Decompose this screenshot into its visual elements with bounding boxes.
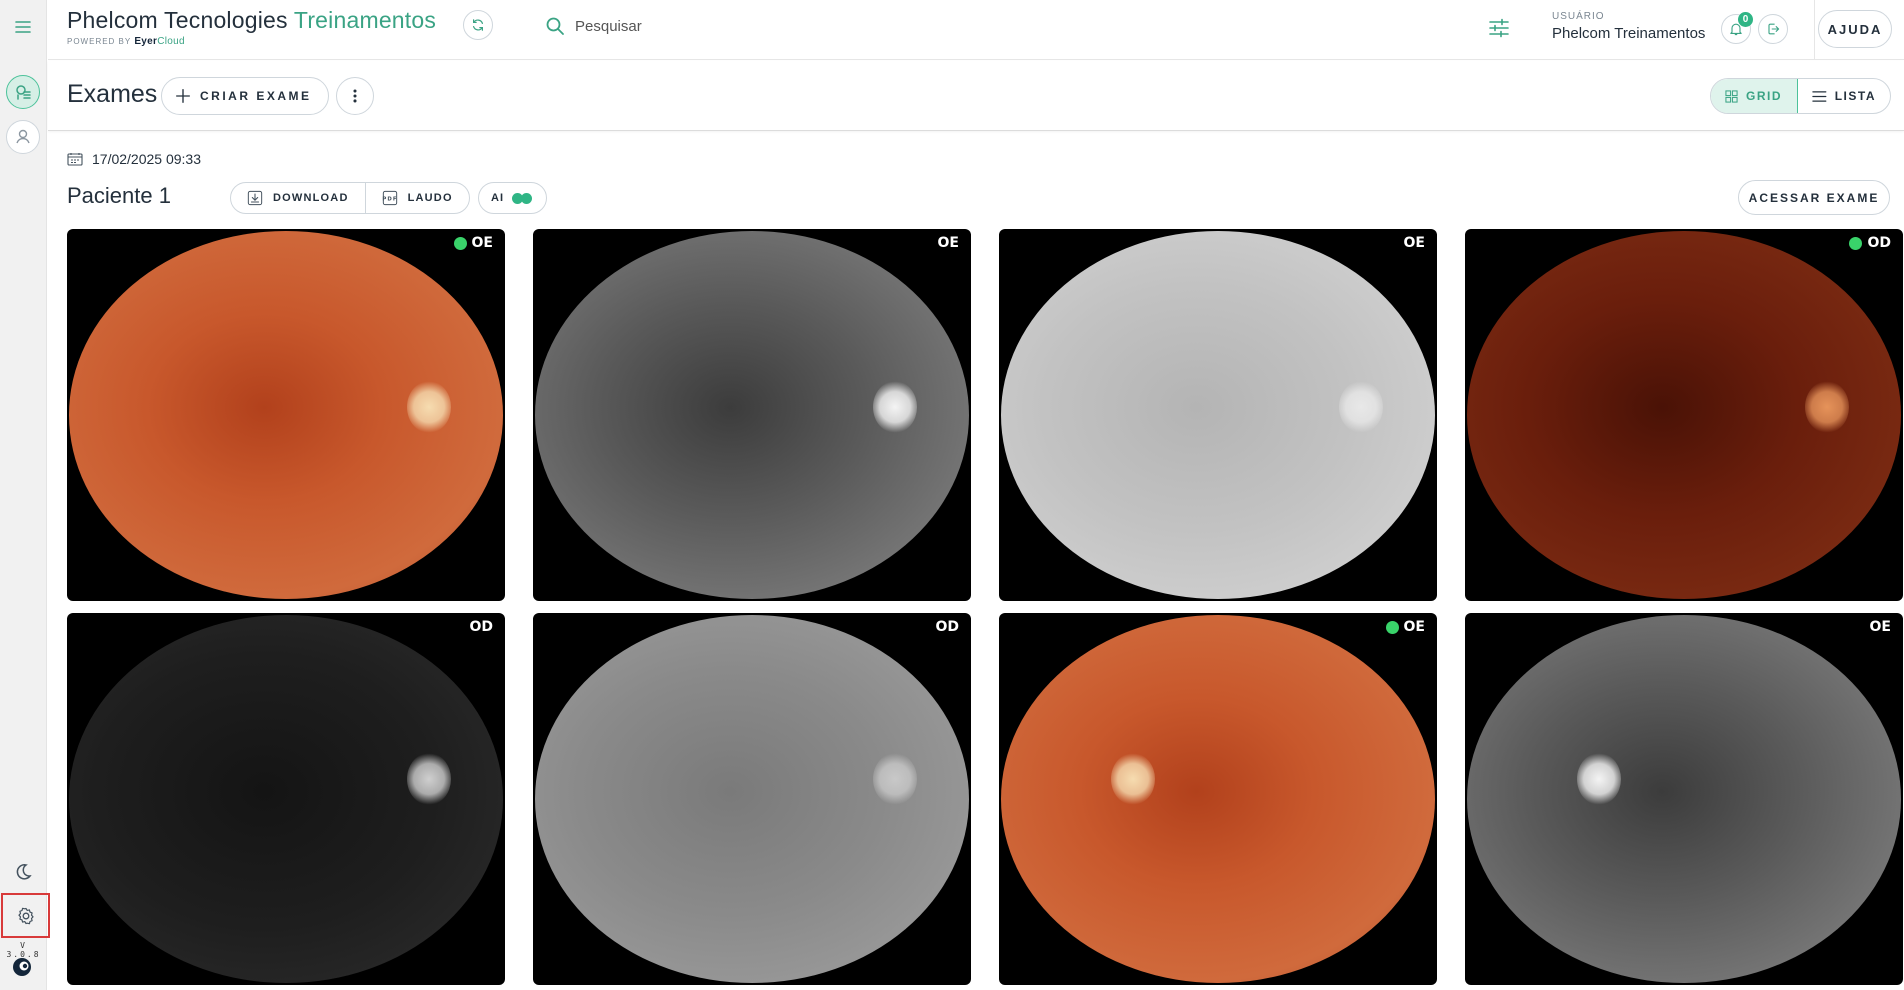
header-divider: [1814, 0, 1815, 60]
eye-side-badge: OE: [1870, 619, 1891, 635]
optic-disc: [1111, 753, 1155, 805]
eyercloud-logo-icon: [13, 958, 31, 976]
download-icon: [247, 190, 263, 206]
eye-side-label: OE: [471, 235, 493, 251]
refresh-icon: [473, 19, 483, 31]
view-toggle: GRID LISTA: [1710, 78, 1891, 114]
optic-disc: [873, 381, 917, 433]
plus-icon: [176, 89, 190, 103]
patients-nav-icon[interactable]: [6, 120, 40, 154]
help-button[interactable]: AJUDA: [1818, 10, 1892, 48]
top-header: Phelcom Tecnologies Treinamentos POWERED…: [48, 0, 1904, 60]
gear-icon: [17, 907, 34, 924]
dark-mode-icon[interactable]: [6, 855, 40, 889]
user-name: Phelcom Treinamentos: [1552, 25, 1706, 42]
eye-side-label: OE: [1403, 235, 1425, 251]
notifications-button[interactable]: 0: [1721, 12, 1753, 44]
left-rail: V 3.0.8: [0, 0, 50, 990]
view-grid-button[interactable]: GRID: [1711, 79, 1798, 113]
fundus-image-tile[interactable]: OE: [999, 613, 1437, 985]
svg-text:PDF: PDF: [382, 197, 397, 203]
app-title: Phelcom Tecnologies Treinamentos: [67, 7, 437, 33]
exam-date-text: 17/02/2025 09:33: [92, 151, 201, 167]
view-grid-label: GRID: [1746, 89, 1782, 103]
status-dot-icon: [1385, 620, 1399, 634]
status-dot-icon: [453, 236, 467, 250]
fundus-image-tile[interactable]: OE: [999, 229, 1437, 601]
fundus-image: [1467, 615, 1901, 983]
ai-status-icon: [512, 192, 532, 204]
optic-disc: [1805, 381, 1849, 433]
search-input[interactable]: [575, 17, 775, 35]
create-exam-button[interactable]: CRIAR EXAME: [161, 77, 329, 115]
eye-side-badge: OD: [469, 619, 493, 635]
optic-disc: [407, 381, 451, 433]
sync-button[interactable]: [463, 10, 493, 40]
page-toolbar: Exames CRIAR EXAME GRID LISTA: [48, 61, 1904, 131]
filter-sliders-icon[interactable]: [1486, 15, 1512, 41]
ai-toggle[interactable]: AI: [478, 182, 547, 214]
fundus-image-tile[interactable]: OD: [67, 613, 505, 985]
list-icon: [1812, 90, 1827, 102]
fundus-image-tile[interactable]: OD: [533, 613, 971, 985]
more-vertical-icon: [353, 89, 357, 103]
status-dot-icon: [1849, 236, 1863, 250]
logout-button[interactable]: [1758, 14, 1788, 44]
eye-side-label: OD: [1867, 235, 1891, 251]
fundus-image-tile[interactable]: OE: [533, 229, 971, 601]
exam-date: 17/02/2025 09:33: [67, 151, 201, 167]
page-title: Exames: [67, 80, 158, 108]
download-label: DOWNLOAD: [273, 192, 349, 204]
pdf-icon: PDF: [382, 190, 397, 206]
ai-label: AI: [491, 192, 504, 204]
brand: Phelcom Tecnologies Treinamentos POWERED…: [67, 7, 436, 47]
eye-side-badge: OD: [935, 619, 959, 635]
exam-actions: DOWNLOAD PDF LAUDO: [230, 182, 470, 214]
download-button[interactable]: DOWNLOAD: [231, 183, 365, 213]
fundus-image: [1001, 615, 1435, 983]
user-info[interactable]: USUÁRIO Phelcom Treinamentos: [1552, 11, 1705, 42]
fundus-image-tile[interactable]: OE: [67, 229, 505, 601]
eye-side-badge: OE: [453, 235, 493, 251]
view-list-label: LISTA: [1834, 89, 1876, 103]
eye-side-label: OE: [1869, 619, 1891, 635]
eye-side-badge: OE: [938, 235, 959, 251]
eye-side-badge: OD: [1849, 235, 1891, 251]
user-caption: USUÁRIO: [1552, 11, 1605, 22]
eye-side-label: OE: [937, 235, 959, 251]
calendar-icon: [67, 153, 83, 166]
view-list-button[interactable]: LISTA: [1798, 79, 1890, 113]
optic-disc: [873, 753, 917, 805]
access-exam-button[interactable]: ACESSAR EXAME: [1738, 180, 1890, 215]
search-icon: [546, 17, 564, 35]
eye-side-label: OD: [935, 619, 959, 635]
create-exam-label: CRIAR EXAME: [200, 89, 312, 103]
grid-icon: [1725, 89, 1738, 103]
search-bar: [545, 16, 775, 36]
notification-count-badge: 0: [1738, 12, 1753, 27]
report-label: LAUDO: [407, 192, 453, 204]
app-root: V 3.0.8 Phelcom Tecnologies Treinamentos…: [0, 0, 1904, 990]
exams-nav-icon[interactable]: [6, 75, 40, 109]
eye-side-badge: OE: [1404, 235, 1425, 251]
more-options-button[interactable]: [336, 77, 374, 115]
eye-side-label: OE: [1403, 619, 1425, 635]
powered-by: POWERED BY EyerCloud: [67, 36, 185, 47]
fundus-image-tile[interactable]: OD: [1465, 229, 1903, 601]
patient-name[interactable]: Paciente 1: [67, 183, 171, 209]
optic-disc: [1577, 753, 1621, 805]
settings-button[interactable]: [1, 893, 50, 938]
report-button[interactable]: PDF LAUDO: [364, 183, 469, 213]
fundus-image-tile[interactable]: OE: [1465, 613, 1903, 985]
logout-icon: [1768, 23, 1780, 35]
optic-disc: [1339, 381, 1383, 433]
eye-side-label: OD: [469, 619, 493, 635]
optic-disc: [407, 753, 451, 805]
eye-side-badge: OE: [1385, 619, 1425, 635]
menu-icon[interactable]: [6, 10, 40, 44]
